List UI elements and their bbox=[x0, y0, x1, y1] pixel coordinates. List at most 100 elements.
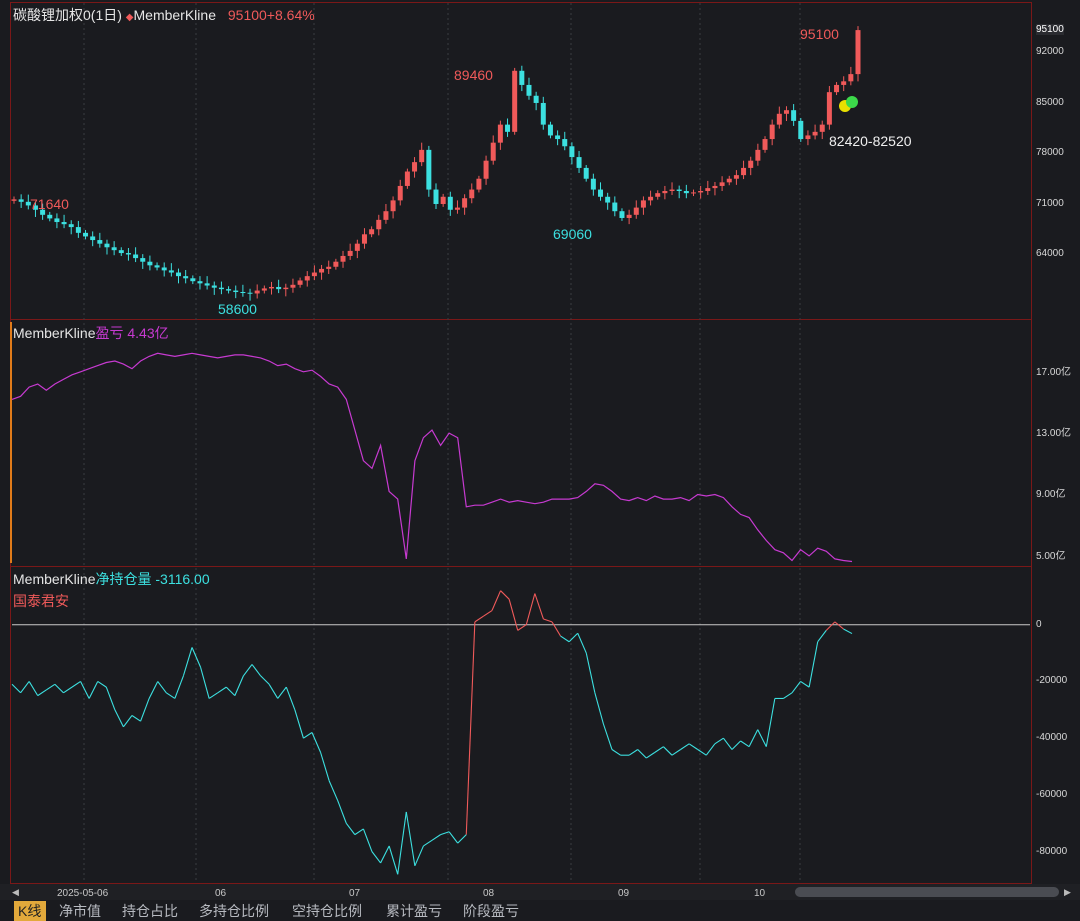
position-segment bbox=[654, 746, 664, 753]
price-tick: 92000 bbox=[1036, 46, 1064, 58]
candle-body bbox=[383, 211, 389, 220]
candle-body bbox=[748, 160, 754, 168]
position-segment bbox=[483, 610, 493, 617]
position-segment bbox=[54, 683, 64, 694]
tab-long-ratio[interactable]: 多持仓比例 bbox=[195, 901, 283, 921]
position-label: 净持仓量 bbox=[95, 571, 152, 587]
position-segment bbox=[765, 698, 776, 747]
x-label-0: 2025-05-06 bbox=[57, 888, 109, 899]
position-segment bbox=[465, 621, 476, 835]
position-segment bbox=[645, 751, 656, 759]
position-segment bbox=[131, 715, 141, 722]
scroll-thumb[interactable] bbox=[795, 887, 1059, 897]
profit-indicator-name: MemberKline bbox=[13, 325, 96, 341]
position-segment bbox=[114, 709, 124, 728]
candle-body bbox=[261, 288, 267, 291]
candle-body bbox=[369, 229, 375, 235]
scroll-right-icon[interactable]: ▶ bbox=[1064, 887, 1071, 898]
position-header: MemberKline净持仓量 -3116.00 bbox=[13, 569, 210, 589]
candle-body bbox=[304, 276, 310, 281]
candle-body bbox=[569, 146, 575, 158]
position-segment bbox=[448, 831, 459, 844]
candle-body bbox=[83, 232, 89, 237]
position-segment bbox=[800, 680, 810, 688]
candle-body bbox=[776, 113, 782, 125]
candle-body bbox=[619, 211, 625, 218]
tab-kline[interactable]: K线 bbox=[14, 901, 46, 921]
candle-body bbox=[226, 289, 232, 291]
position-segment bbox=[234, 675, 244, 696]
position-segment bbox=[157, 681, 167, 694]
price-tick: 85000 bbox=[1036, 96, 1064, 108]
position-segment bbox=[585, 652, 596, 693]
position-segment bbox=[63, 686, 73, 694]
position-segment bbox=[834, 621, 844, 630]
tab-stage-pnl[interactable]: 阶段盈亏 bbox=[459, 901, 531, 921]
indicator-marker-icon: ◆ bbox=[125, 12, 134, 23]
signal-dot-green bbox=[846, 96, 858, 108]
tab-short-ratio[interactable]: 空持仓比例 bbox=[288, 901, 376, 921]
candle-body bbox=[547, 124, 553, 136]
price-tick: 78000 bbox=[1036, 147, 1064, 159]
position-segment bbox=[543, 618, 553, 623]
indicator-tabs: K线 净市值 持仓占比 多持仓比例 空持仓比例 累计盈亏 阶段盈亏 bbox=[0, 901, 540, 921]
position-segment bbox=[568, 632, 579, 643]
price-tick: 71000 bbox=[1036, 197, 1064, 209]
candle-body bbox=[340, 255, 346, 262]
tab-net-value[interactable]: 净市值 bbox=[55, 901, 113, 921]
candle-body bbox=[233, 290, 239, 293]
candle-body bbox=[254, 290, 260, 294]
tab-cumulative-pnl[interactable]: 累计盈亏 bbox=[382, 901, 454, 921]
position-segment bbox=[37, 689, 47, 697]
position-segment bbox=[345, 822, 356, 835]
candle-body bbox=[419, 149, 425, 163]
position-segment bbox=[45, 683, 56, 691]
position-segment bbox=[431, 834, 441, 841]
mid-low-price-label: 69060 bbox=[553, 226, 592, 242]
candle-body bbox=[447, 196, 453, 210]
candle-body bbox=[490, 142, 496, 161]
position-segment bbox=[405, 811, 416, 866]
position-segment bbox=[508, 599, 519, 631]
position-segment bbox=[680, 743, 690, 750]
position-segment bbox=[182, 647, 193, 676]
candle-body bbox=[598, 189, 604, 197]
position-segment bbox=[808, 641, 819, 688]
position-segment bbox=[628, 749, 639, 756]
candle-body bbox=[555, 135, 561, 140]
position-segment bbox=[200, 667, 210, 699]
candle-body bbox=[505, 124, 511, 132]
candle-body bbox=[354, 243, 360, 251]
member-name: 国泰君安 bbox=[13, 593, 69, 609]
candle-body bbox=[562, 139, 568, 147]
position-segment bbox=[397, 811, 407, 875]
position-segment bbox=[748, 729, 759, 747]
high-price-label: 89460 bbox=[454, 67, 493, 83]
candle-body bbox=[698, 191, 704, 193]
candle-body bbox=[47, 214, 53, 219]
position-segment bbox=[174, 675, 184, 699]
candle-body bbox=[211, 285, 217, 288]
candle-body bbox=[826, 92, 832, 125]
position-segment bbox=[251, 664, 262, 677]
position-segment bbox=[688, 743, 699, 750]
position-segment bbox=[817, 630, 827, 643]
position-segment bbox=[311, 732, 322, 753]
tab-position-ratio[interactable]: 持仓占比 bbox=[118, 901, 190, 921]
profit-value: 4.43亿 bbox=[127, 325, 169, 341]
scroll-left-icon[interactable]: ◀ bbox=[12, 887, 19, 898]
candle-body bbox=[397, 185, 403, 201]
position-tick: -60000 bbox=[1036, 788, 1068, 800]
position-segment bbox=[663, 746, 673, 756]
candle-body bbox=[848, 74, 854, 82]
candle-body bbox=[626, 214, 632, 218]
position-segment bbox=[97, 680, 107, 688]
position-segment bbox=[740, 740, 750, 748]
candle-body bbox=[125, 253, 131, 255]
last-high-price-label: 95100 bbox=[800, 26, 839, 42]
position-segment bbox=[671, 749, 681, 756]
candle-body bbox=[633, 207, 639, 215]
time-scrollbar[interactable]: ◀ ▶ bbox=[0, 884, 1080, 900]
profit-header: MemberKline盈亏 4.43亿 bbox=[13, 323, 169, 343]
position-segment bbox=[388, 845, 399, 875]
